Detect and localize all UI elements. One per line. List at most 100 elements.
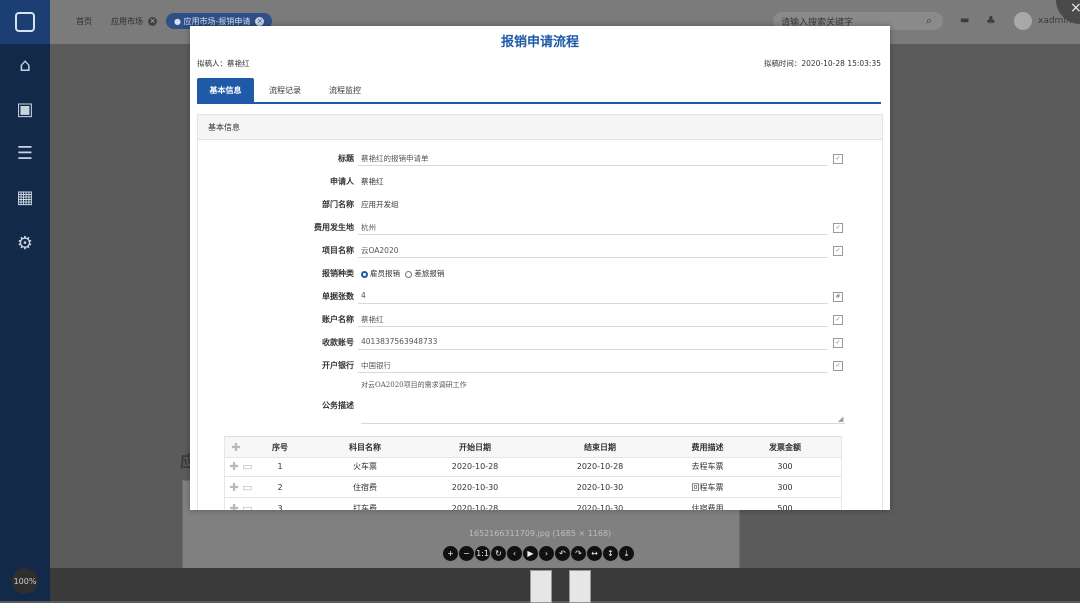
radio-label: 雇员报销 (370, 269, 400, 278)
cell-end-date[interactable]: 2020-10-28 (540, 456, 660, 476)
cell-amount[interactable]: 500 (750, 498, 820, 511)
zoom-level: 100% (13, 576, 37, 586)
field-value-account-name[interactable]: 蔡艳红 (361, 314, 384, 325)
table-row: ✚ ▭ 1 火车票 2020-10-28 2020-10-28 去程车票 300 (225, 456, 841, 477)
radio-travel[interactable] (405, 270, 413, 278)
radio-employee[interactable] (361, 270, 368, 278)
field-label-account-name: 账户名称 (322, 315, 354, 324)
table-row: ✚ ▭ 3 打车费 2020-10-28 2020-10-30 住宿费用 500 (225, 498, 841, 511)
field-value-title[interactable]: 蔡艳红的报销申请单 (361, 153, 429, 164)
zoom-in-icon[interactable]: + (443, 546, 458, 561)
cell-description[interactable]: 回程车票 (665, 477, 750, 497)
field-value-bank[interactable]: 中国银行 (361, 360, 391, 371)
field-label-bank: 开户银行 (322, 361, 354, 370)
close-icon[interactable]: × (255, 16, 265, 26)
image-strip (50, 568, 1080, 601)
zoom-out-icon[interactable]: − (459, 546, 474, 561)
tab-flow-records[interactable]: 流程记录 (257, 78, 313, 102)
cell-end-date[interactable]: 2020-10-30 (540, 498, 660, 511)
prev-icon[interactable]: ‹ (507, 546, 522, 561)
check-icon[interactable]: ✓ (833, 154, 843, 164)
image-caption: 1652166311709.jpg (1685 × 1168) (468, 529, 612, 538)
table-header-row: ✚ 序号 科目名称 开始日期 结束日期 费用描述 发票金额 (225, 436, 841, 458)
row-add-remove-icon[interactable]: ✚ ▭ (229, 498, 253, 511)
check-icon[interactable]: ✓ (833, 361, 843, 371)
field-underline (358, 303, 828, 304)
field-value-account-no[interactable]: 4013837563948733 (361, 337, 437, 346)
field-value-count[interactable]: 4 (361, 291, 366, 300)
flip-vertical-icon[interactable]: ↕ (603, 546, 618, 561)
field-label-place: 费用发生地 (314, 223, 354, 232)
home-icon[interactable]: ⌂ (0, 50, 50, 80)
row-add-remove-icon[interactable]: ✚ ▭ (229, 456, 253, 476)
avatar[interactable] (1014, 12, 1032, 30)
cell-amount[interactable]: 300 (750, 456, 820, 476)
field-label-account-no: 收款账号 (322, 338, 354, 347)
tab-home[interactable]: 首页 (70, 13, 98, 29)
calendar-icon[interactable]: ▦ (0, 182, 50, 212)
search-icon[interactable]: ⌕ (926, 14, 932, 28)
check-icon[interactable]: ✓ (833, 315, 843, 325)
cell-start-date[interactable]: 2020-10-30 (415, 477, 535, 497)
number-icon[interactable]: # (833, 292, 843, 302)
expense-table: ✚ 序号 科目名称 开始日期 结束日期 费用描述 发票金额 ✚ ▭ 1 火车票 … (224, 436, 842, 510)
user-settings-icon[interactable]: ⚙ (0, 228, 50, 258)
cell-subject[interactable]: 火车票 (325, 456, 405, 476)
row-add-remove-icon[interactable]: ✚ ▭ (229, 477, 253, 497)
thumbnail[interactable] (569, 570, 591, 603)
field-underline (358, 326, 828, 327)
cell-start-date[interactable]: 2020-10-28 (415, 456, 535, 476)
add-icon[interactable]: ✚ (229, 437, 243, 457)
field-value-project[interactable]: 云OA2020 (361, 245, 399, 256)
type-radio-group: 雇员报销 差旅报销 (361, 268, 444, 279)
tab-label: ● 应用市场-报销申请 (174, 16, 251, 26)
draft-time: 拟稿时间：2020-10-28 15:03:35 (763, 59, 881, 68)
col-header: 开始日期 (459, 442, 491, 452)
tab-basic-info[interactable]: 基本信息 (197, 78, 254, 102)
field-label-department: 部门名称 (322, 200, 354, 209)
close-icon[interactable]: × (148, 16, 157, 26)
panel-header: 基本信息 (198, 115, 882, 140)
check-icon[interactable]: ✓ (833, 338, 843, 348)
tab-app-market[interactable]: 应用市场 × (103, 13, 165, 29)
cell-description[interactable]: 去程车票 (665, 456, 750, 476)
check-icon[interactable]: ✓ (833, 223, 843, 233)
thumbnail[interactable] (530, 570, 552, 603)
reset-icon[interactable]: ↻ (491, 546, 506, 561)
cell-index: 1 (277, 461, 283, 471)
col-header: 发票金额 (769, 442, 801, 452)
basic-info-panel: 基本信息 标题 蔡艳红的报销申请单 ✓ 申请人 蔡艳红 部门名称 应用开发组 费… (197, 114, 883, 510)
field-value-place[interactable]: 杭州 (361, 222, 376, 233)
cell-description[interactable]: 住宿费用 (665, 498, 750, 511)
shirt-icon[interactable]: ♣ (986, 14, 996, 27)
field-underline (358, 257, 828, 258)
cell-subject[interactable]: 住宿费 (325, 477, 405, 497)
field-underline (358, 165, 828, 166)
field-value-memo[interactable]: 对云OA2020项目的需求调研工作 (361, 380, 467, 390)
rotate-left-icon[interactable]: ↶ (555, 546, 570, 561)
sidebar: ⌂ ▣ ☰ ▦ ⚙ (0, 0, 50, 601)
tab-flow-monitor[interactable]: 流程监控 (317, 78, 373, 102)
resize-handle-icon[interactable]: ◢ (838, 415, 843, 423)
rotate-right-icon[interactable]: ↷ (571, 546, 586, 561)
play-icon[interactable]: ▶ (523, 546, 538, 561)
cell-amount[interactable]: 300 (750, 477, 820, 497)
cell-start-date[interactable]: 2020-10-28 (415, 498, 535, 511)
cell-subject[interactable]: 打车费 (325, 498, 405, 511)
message-icon[interactable]: ▬ (960, 15, 969, 26)
viewer-toolbar: + − 1:1 ↻ ‹ ▶ › ↶ ↷ ↔ ↕ ⤓ (443, 546, 634, 562)
download-icon[interactable]: ⤓ (619, 546, 634, 561)
next-icon[interactable]: › (539, 546, 554, 561)
flip-horizontal-icon[interactable]: ↔ (587, 546, 602, 561)
monitor-user-icon[interactable]: ▣ (0, 94, 50, 124)
tab-label: 应用市场 (111, 16, 143, 26)
app-logo[interactable] (0, 0, 50, 44)
field-underline (358, 372, 828, 373)
list-icon[interactable]: ☰ (0, 138, 50, 168)
one-to-one-icon[interactable]: 1:1 (475, 546, 490, 561)
cell-end-date[interactable]: 2020-10-30 (540, 477, 660, 497)
check-icon[interactable]: ✓ (833, 246, 843, 256)
col-header: 序号 (272, 442, 288, 452)
memo-textarea[interactable] (361, 395, 845, 424)
col-header: 科目名称 (349, 442, 381, 452)
